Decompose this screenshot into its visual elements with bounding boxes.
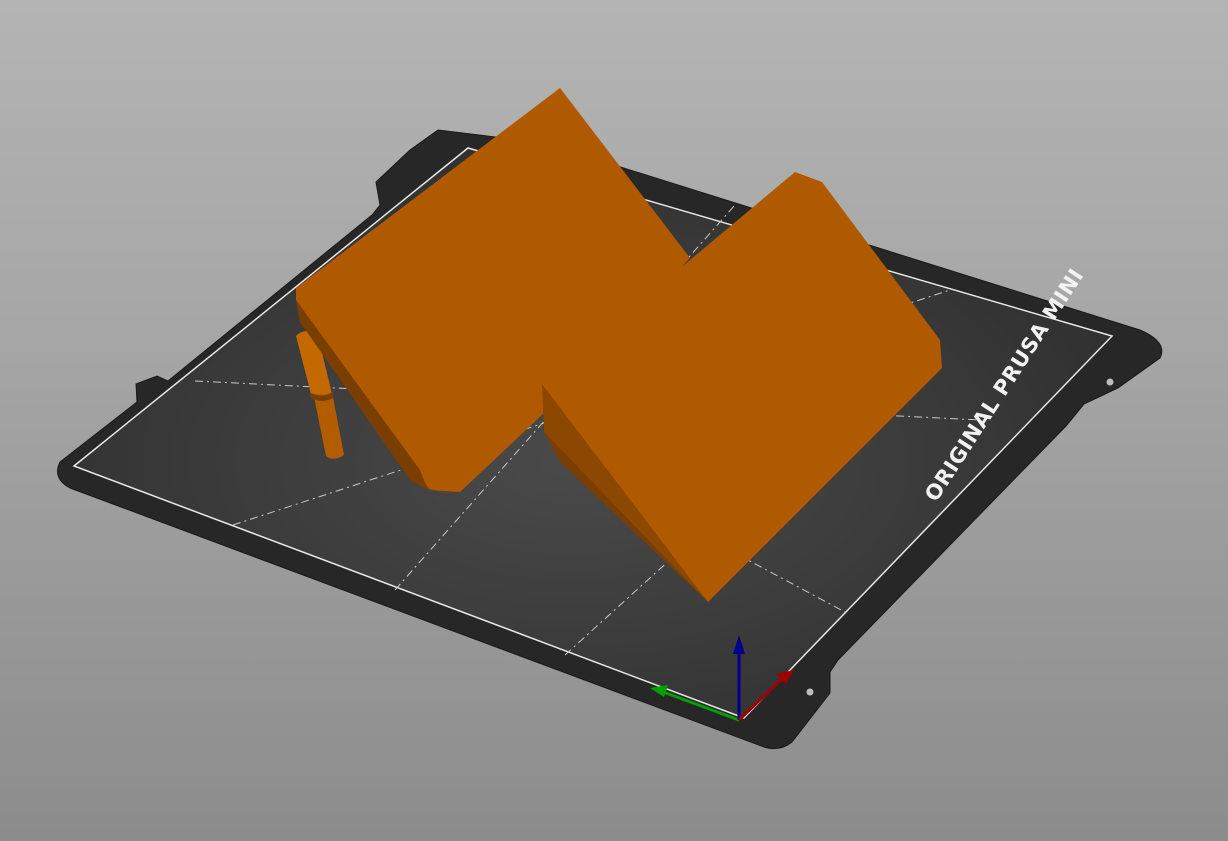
3d-viewport[interactable]: ORIGINAL PRUSA MINI <box>0 0 1228 841</box>
bed-mount-hole <box>806 688 814 696</box>
bed-mount-hole <box>1106 378 1114 386</box>
scene-canvas[interactable]: ORIGINAL PRUSA MINI <box>0 0 1228 841</box>
